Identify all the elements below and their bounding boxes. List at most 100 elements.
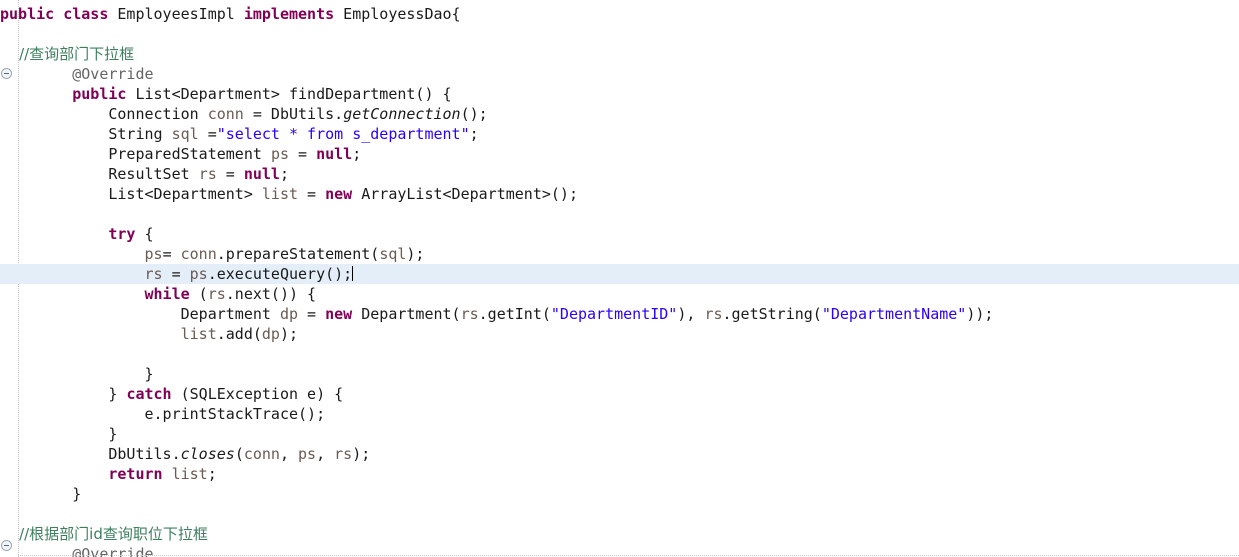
token-kw: new (325, 305, 353, 323)
token-kw: catch (126, 385, 172, 403)
token-plain: = (162, 265, 190, 283)
code-line-5[interactable]: Connection conn = DbUtils.getConnection(… (0, 104, 1239, 124)
token-plain: } (0, 365, 154, 383)
token-plain: = (162, 245, 181, 263)
code-line-7[interactable]: PreparedStatement ps = null; (0, 144, 1239, 164)
token-plain: EmployeesImpl (108, 5, 244, 23)
token-local: rs (334, 445, 353, 463)
token-plain: ; (352, 145, 362, 163)
token-local: sql (379, 245, 407, 263)
token-plain: List<Department> (0, 185, 262, 203)
code-line-18[interactable]: } (0, 364, 1239, 384)
token-local: conn (207, 105, 244, 123)
token-plain: , (279, 445, 299, 463)
token-ann: @Override (0, 65, 154, 83)
token-local: ps (298, 445, 317, 463)
text-caret (352, 266, 354, 281)
token-plain: ( (234, 445, 244, 463)
token-stat: getConnection (343, 105, 461, 123)
code-line-6[interactable]: String sql ="select * from s_department"… (0, 124, 1239, 144)
code-editor[interactable]: public class EmployeesImpl implements Em… (0, 0, 1239, 557)
code-text-area[interactable]: public class EmployeesImpl implements Em… (0, 0, 1239, 557)
code-line-3[interactable]: @Override (0, 64, 1239, 84)
token-local: dp (261, 325, 280, 343)
token-stat: closes (180, 445, 235, 463)
token-plain: , (316, 445, 335, 463)
code-line-19[interactable]: } catch (SQLException e) { (0, 384, 1239, 404)
token-local: list (261, 185, 299, 203)
token-plain: } (0, 385, 127, 403)
token-plain: ResultSet (0, 165, 199, 183)
code-line-9[interactable]: List<Department> list = new ArrayList<De… (0, 184, 1239, 204)
token-plain: String (0, 125, 172, 143)
token-local: rs (704, 305, 723, 323)
code-line-16[interactable]: list.add(dp); (0, 324, 1239, 344)
token-plain: .next()) { (225, 285, 317, 303)
code-line-25[interactable] (0, 504, 1239, 524)
token-plain: = (198, 125, 217, 143)
code-line-15[interactable]: Department dp = new Department(rs.getInt… (0, 304, 1239, 324)
token-plain: ); (406, 245, 425, 263)
token-plain: ), (677, 305, 705, 323)
code-line-17[interactable] (0, 344, 1239, 364)
token-kw: return (108, 465, 163, 483)
token-local: list (180, 325, 217, 343)
token-plain: ; (207, 465, 217, 483)
code-line-22[interactable]: DbUtils.closes(conn, ps, rs); (0, 444, 1239, 464)
token-plain: .prepareStatement( (216, 245, 380, 263)
token-plain: ; (279, 165, 289, 183)
token-local: rs (144, 265, 163, 283)
code-line-13[interactable]: rs = ps.executeQuery(); (0, 264, 1239, 284)
code-line-11[interactable]: try { (0, 224, 1239, 244)
token-kw: public (72, 85, 127, 103)
code-line-10[interactable] (0, 204, 1239, 224)
token-plain: ArrayList<Department>(); (352, 185, 578, 203)
token-plain: DbUtils. (0, 445, 181, 463)
token-local: list (171, 465, 208, 483)
token-plain: = (289, 145, 317, 163)
code-line-20[interactable]: e.printStackTrace(); (0, 404, 1239, 424)
token-local: rs (207, 285, 226, 303)
token-kw: class (63, 5, 109, 23)
token-str: "select * from s_department" (216, 125, 470, 143)
code-line-8[interactable]: ResultSet rs = null; (0, 164, 1239, 184)
token-local: ps (144, 245, 163, 263)
token-plain: )); (966, 305, 994, 323)
token-kw: try (108, 225, 136, 243)
token-kw: new (325, 185, 353, 203)
code-line-24[interactable]: } (0, 484, 1239, 504)
token-local: rs (460, 305, 479, 323)
token-plain: EmployessDao{ (334, 5, 461, 23)
token-plain: (SQLException e) { (171, 385, 344, 403)
token-plain: .executeQuery(); (207, 265, 353, 283)
code-line-14[interactable]: while (rs.next()) { (0, 284, 1239, 304)
token-plain: ); (352, 445, 371, 463)
token-plain: .getString( (722, 305, 822, 323)
token-plain: (); (460, 105, 488, 123)
code-line-12[interactable]: ps= conn.prepareStatement(sql); (0, 244, 1239, 264)
code-line-21[interactable]: } (0, 424, 1239, 444)
token-kw: public (0, 5, 55, 23)
token-plain: e.printStackTrace(); (0, 405, 326, 423)
token-local: conn (180, 245, 217, 263)
token-kw: null (316, 145, 353, 163)
token-plain: = (216, 165, 244, 183)
token-plain: Connection (0, 105, 208, 123)
code-line-26[interactable]: //根据部门id查询职位下拉框 (0, 524, 1239, 544)
token-local: sql (171, 125, 199, 143)
code-line-1[interactable]: public class EmployeesImpl implements Em… (0, 4, 1239, 24)
code-line-4[interactable]: public List<Department> findDepartment()… (0, 84, 1239, 104)
token-local: rs (198, 165, 217, 183)
token-kw: null (243, 165, 280, 183)
token-kw: implements (243, 5, 335, 23)
code-line-2[interactable]: //查询部门下拉框 (0, 44, 1239, 64)
token-local: conn (243, 445, 280, 463)
code-line-23[interactable]: return list; (0, 464, 1239, 484)
token-plain: ( (189, 285, 208, 303)
